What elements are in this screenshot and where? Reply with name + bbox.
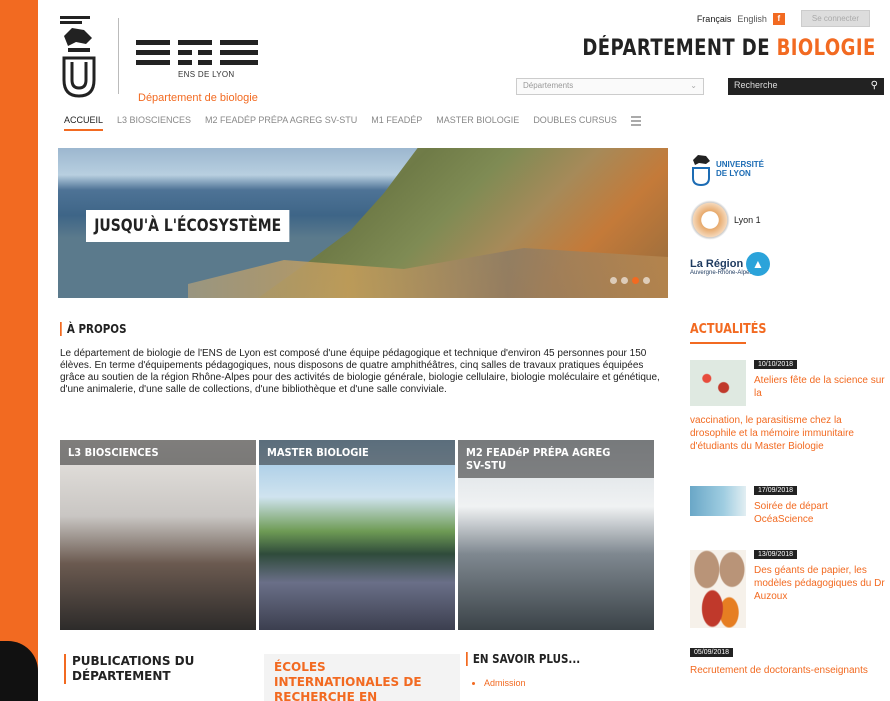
region-sub: Auvergne-Rhône-Alpes bbox=[690, 270, 753, 276]
partner-univ-line1: UNIVERSITÉ bbox=[716, 160, 765, 169]
lyon1-logo-icon bbox=[690, 200, 730, 240]
en-savoir-plus-title: EN SAVOIR PLUS... bbox=[466, 652, 580, 666]
menu-icon[interactable] bbox=[630, 116, 641, 126]
connect-button[interactable]: Se connecter bbox=[800, 10, 870, 27]
lang-english[interactable]: English bbox=[737, 14, 767, 24]
lang-francais[interactable]: Français bbox=[697, 14, 732, 24]
news-thumbnail bbox=[690, 550, 746, 628]
nav-item-doubles-cursus[interactable]: DOUBLES CURSUS bbox=[533, 115, 617, 131]
news-text[interactable]: Des géants de papier, les modèles pédago… bbox=[754, 564, 890, 603]
departments-select-label: Départements bbox=[523, 81, 574, 90]
program-tiles: L3 BIOSCIENCES MASTER BIOLOGIE M2 FEADéP… bbox=[60, 440, 654, 630]
department-link[interactable]: Département de biologie bbox=[138, 92, 258, 104]
tile-title-text: L3 BIOSCIENCES bbox=[68, 446, 159, 459]
carousel-dot[interactable] bbox=[610, 277, 617, 284]
tile-m2-feadep[interactable]: M2 FEADéP PRÉPA AGREG SV-STU bbox=[458, 440, 654, 630]
page: ENS DE LYON Département de biologie Fran… bbox=[38, 0, 890, 701]
search-input[interactable]: Recherche ⚲ bbox=[728, 78, 884, 95]
about-text: Le département de biologie de l'ENS de L… bbox=[60, 348, 660, 395]
link-admission[interactable]: Admission bbox=[484, 678, 526, 688]
universite-lyon-partner-icon bbox=[692, 155, 710, 186]
language-bar: Français English f Se connecter bbox=[697, 10, 870, 27]
tile-master-biologie[interactable]: MASTER BIOLOGIE bbox=[259, 440, 455, 630]
news-thumbnail bbox=[690, 486, 746, 516]
nav-item-m2-feadep[interactable]: M2 FEADéP PRÉPA AGREG SV-STU bbox=[205, 115, 357, 131]
tile-title-text: M2 FEADéP PRÉPA AGREG SV-STU bbox=[466, 446, 611, 472]
ecoles-title: ÉCOLES INTERNATIONALES DE RECHERCHE EN bbox=[274, 660, 422, 701]
news-date: 05/09/2018 bbox=[690, 648, 734, 657]
ecoles-box[interactable]: ÉCOLES INTERNATIONALES DE RECHERCHE EN bbox=[264, 654, 460, 701]
about-title: À PROPOS bbox=[60, 322, 127, 336]
news-text[interactable]: Recrutement de doctorants-enseignants bbox=[690, 664, 886, 677]
nav-item-master-biologie[interactable]: MASTER BIOLOGIE bbox=[436, 115, 519, 131]
news-text[interactable]: Soirée de départ OcéaScience bbox=[754, 500, 890, 526]
region-label: La Région bbox=[690, 258, 744, 270]
search-icon[interactable]: ⚲ bbox=[871, 80, 878, 91]
carousel-dot-active[interactable] bbox=[632, 277, 639, 284]
tile-title: L3 BIOSCIENCES bbox=[60, 440, 256, 465]
region-logo-icon: ▲ bbox=[746, 252, 770, 276]
partner-universite-lyon[interactable]: UNIVERSITÉ DE LYON bbox=[690, 152, 764, 186]
nav-item-accueil[interactable]: ACCUEIL bbox=[64, 115, 104, 131]
partner-univ-label: UNIVERSITÉ DE LYON bbox=[716, 160, 764, 178]
hero-carousel[interactable]: JUSQU'À L'ÉCOSYSTÈME bbox=[58, 148, 668, 298]
news-date: 10/10/2018 bbox=[754, 360, 798, 369]
news-underline bbox=[690, 342, 746, 344]
carousel-dots bbox=[610, 277, 650, 284]
tile-title: M2 FEADéP PRÉPA AGREG SV-STU bbox=[458, 440, 654, 478]
carousel-dot[interactable] bbox=[621, 277, 628, 284]
tile-title: MASTER BIOLOGIE bbox=[259, 440, 455, 465]
ens-lyon-label: ENS DE LYON bbox=[178, 70, 235, 79]
left-accent-bar bbox=[0, 0, 38, 701]
hero-caption: JUSQU'À L'ÉCOSYSTÈME bbox=[86, 210, 290, 242]
news-header: ACTUALITÉS bbox=[690, 322, 767, 337]
partner-univ-line2: DE LYON bbox=[716, 169, 751, 178]
lyon1-label: Lyon 1 bbox=[734, 215, 761, 225]
tile-title-text: MASTER BIOLOGIE bbox=[267, 446, 369, 459]
news-text[interactable]: Ateliers fête de la science sur la bbox=[754, 374, 890, 400]
search-placeholder: Recherche bbox=[734, 80, 778, 90]
logo-divider bbox=[118, 18, 119, 94]
tile-l3-biosciences[interactable]: L3 BIOSCIENCES bbox=[60, 440, 256, 630]
page-title-main: DÉPARTEMENT DE bbox=[582, 36, 777, 61]
publications-title[interactable]: PUBLICATIONS DU DÉPARTEMENT bbox=[64, 654, 224, 684]
facebook-icon[interactable]: f bbox=[772, 12, 785, 25]
partner-region[interactable]: La Région Auvergne-Rhône-Alpes ▲ bbox=[690, 252, 770, 276]
nav-item-m1-feadep[interactable]: M1 FEADéP bbox=[371, 115, 422, 131]
page-title-accent: BIOLOGIE bbox=[776, 36, 876, 61]
ens-lyon-logo[interactable] bbox=[136, 40, 258, 66]
main-nav: ACCUEIL L3 BIOSCIENCES M2 FEADéP PRÉPA A… bbox=[64, 115, 641, 131]
news-thumbnail bbox=[690, 360, 746, 406]
news-text-continued[interactable]: vaccination, le parasitisme chez la dros… bbox=[690, 414, 886, 453]
departments-select[interactable]: Départements ⌄ bbox=[516, 78, 704, 95]
news-date: 17/09/2018 bbox=[754, 486, 798, 495]
carousel-dot[interactable] bbox=[643, 277, 650, 284]
nav-item-l3-biosciences[interactable]: L3 BIOSCIENCES bbox=[117, 115, 191, 131]
universite-lyon-logo[interactable] bbox=[58, 16, 100, 100]
news-date: 13/09/2018 bbox=[754, 550, 798, 559]
en-savoir-plus-list: Admission bbox=[484, 678, 526, 688]
partner-lyon1[interactable]: Lyon 1 bbox=[690, 200, 761, 240]
page-title: DÉPARTEMENT DE BIOLOGIE bbox=[583, 36, 876, 61]
chevron-down-icon: ⌄ bbox=[690, 81, 697, 90]
